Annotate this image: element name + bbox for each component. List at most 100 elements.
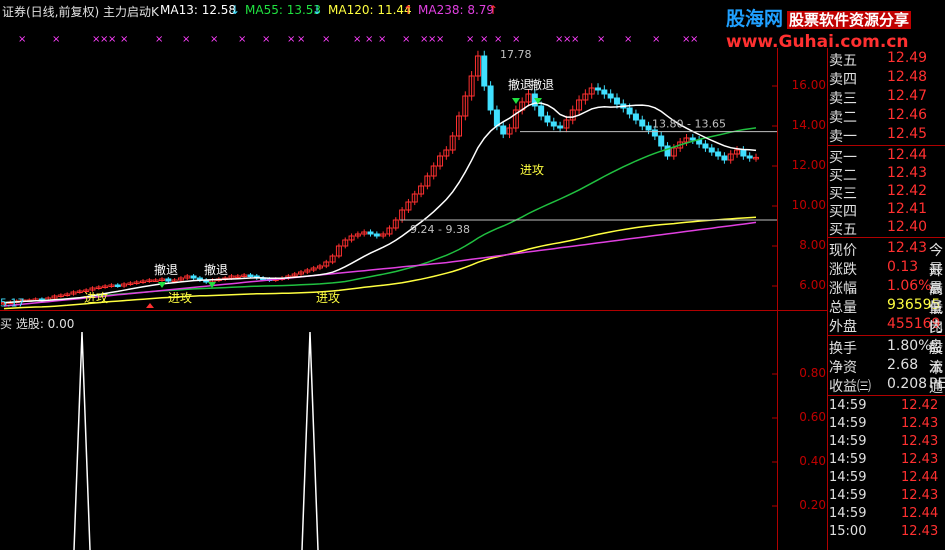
- bid-row-value: 12.43: [887, 165, 928, 181]
- signal-marker: ×: [18, 34, 27, 45]
- signal-exit-label: 撤退: [530, 77, 554, 92]
- ask-row-value: 12.46: [887, 107, 928, 123]
- bottom-marker-icon: [146, 303, 154, 308]
- indicator-tick-label: 0.80: [799, 366, 826, 380]
- candle-down: [740, 149, 747, 157]
- bid-row: 买五 12.40: [829, 219, 945, 238]
- tick-row: 14:59 12.43: [829, 488, 945, 506]
- candle-down: [746, 155, 753, 159]
- stat-row-name: 外盘: [829, 319, 857, 335]
- price-tick-label: 6.00: [799, 278, 826, 292]
- ask-row: 卖一 12.45: [829, 126, 945, 145]
- stat-row-name: 涨跌: [829, 262, 857, 278]
- stat-row: 涨跌 0.13 最高: [829, 259, 945, 298]
- ask-row: 卖三 12.47: [829, 88, 945, 107]
- stat-row: 现价 12.43 今开: [829, 240, 945, 279]
- bid-row-value: 12.40: [887, 219, 928, 235]
- signal-enter-label: 进攻: [168, 291, 192, 305]
- candle-down: [689, 137, 696, 141]
- signal-exit-label: 撤退: [204, 262, 228, 277]
- bid-row-value: 12.44: [887, 147, 928, 163]
- signal-marker: ×: [690, 34, 699, 45]
- price-tick-label: 14.00: [791, 118, 826, 132]
- bid-row: 买二 12.43: [829, 165, 945, 184]
- exit-arrow-icon: [512, 98, 520, 104]
- tick-price: 12.43: [901, 434, 939, 449]
- stat-row-value: 12.43: [887, 240, 928, 256]
- fin-row-name: 收益㈢: [829, 379, 871, 395]
- range-label-upper: 13.80 - 13.65: [652, 118, 726, 131]
- candle-down: [493, 109, 500, 127]
- bid-row-value: 12.41: [887, 201, 928, 217]
- tick-row: 15:00 12.43: [829, 524, 945, 542]
- chart-title: 证券(日线,前复权) 主力启动K: [2, 5, 159, 19]
- ask-row-value: 12.49: [887, 50, 928, 66]
- candle-down: [721, 155, 728, 161]
- price-axis: 16.00 14.00 12.00 10.00 8.00 6.00: [778, 48, 826, 310]
- indicator-tick-label: 0.40: [799, 454, 826, 468]
- fin-row-value: 2.68: [887, 357, 919, 373]
- signal-marker: ×: [210, 34, 219, 45]
- candle-down: [373, 233, 380, 237]
- signal-marker: ×: [436, 34, 445, 45]
- candle-down: [247, 274, 254, 277]
- tick-time: 14:59: [829, 470, 867, 485]
- ma120-arrow-icon: ↑: [403, 3, 414, 17]
- ma55-label: MA55: 13.53: [245, 3, 322, 17]
- ask-row-value: 12.48: [887, 69, 928, 85]
- signal-marker: ×: [262, 34, 271, 45]
- ma13-label: MA13: 12.58: [160, 3, 237, 17]
- candle-down: [645, 125, 652, 131]
- signal-marker: ×: [52, 34, 61, 45]
- ask-row-name: 卖五: [829, 53, 857, 69]
- ma55-line: [3, 127, 757, 304]
- ma13-arrow-icon: ↓: [230, 3, 241, 17]
- candle-down: [632, 113, 639, 121]
- tick-row: 14:59 12.43: [829, 452, 945, 470]
- signal-marker: ×: [297, 34, 306, 45]
- signal-enter-label: 进攻: [84, 291, 108, 305]
- candle-down: [613, 97, 620, 105]
- quote-separator: [827, 145, 945, 146]
- signal-marker: ×: [480, 34, 489, 45]
- tick-time: 15:00: [829, 524, 867, 539]
- panel-divider: [0, 310, 827, 311]
- indicator-axis: 0.80 0.60 0.40 0.20: [778, 330, 826, 550]
- candle-down: [702, 143, 709, 149]
- price-tick-label: 16.00: [791, 78, 826, 92]
- tick-time: 14:59: [829, 416, 867, 431]
- candle-down: [708, 147, 715, 153]
- bid-row-name: 买四: [829, 204, 857, 220]
- sub-indicator-chart[interactable]: [0, 330, 778, 550]
- ma238-line: [3, 221, 757, 307]
- ask-row-value: 12.45: [887, 126, 928, 142]
- price-tick-label: 12.00: [791, 158, 826, 172]
- tick-price: 12.43: [901, 416, 939, 431]
- signal-marker: ×: [402, 34, 411, 45]
- signal-marker: ×: [287, 34, 296, 45]
- fin-row-value: 1.80%: [887, 338, 932, 354]
- ask-row-name: 卖三: [829, 91, 857, 107]
- price-tick-label: 10.00: [791, 198, 826, 212]
- signal-marker: ×: [365, 34, 374, 45]
- ma55-arrow-icon: ↓: [312, 3, 323, 17]
- range-label-lower: 9.24 - 9.38: [410, 223, 470, 236]
- bid-row-name: 买二: [829, 168, 857, 184]
- signal-marker-row: × × × × × × × × × × × × × × × × × × × × × × × × × × × × × × × × ×: [0, 34, 720, 48]
- stat-row-value: 1.06%: [887, 278, 932, 294]
- ask-row-name: 卖四: [829, 72, 857, 88]
- signal-marker: ×: [597, 34, 606, 45]
- ask-row: 卖二 12.46: [829, 107, 945, 126]
- candle-down: [658, 135, 665, 147]
- bid-row: 买四 12.41: [829, 201, 945, 220]
- tick-price: 12.43: [901, 524, 939, 539]
- bid-row-name: 买三: [829, 186, 857, 202]
- ma120-label: MA120: 11.44: [328, 3, 412, 17]
- signal-enter-label: 进攻: [316, 291, 340, 305]
- signal-marker: ×: [182, 34, 191, 45]
- ma238-arrow-icon: ↑: [488, 3, 499, 17]
- candle-down: [367, 231, 374, 235]
- quote-separator: [827, 395, 945, 396]
- main-price-chart[interactable]: 13.80 - 13.659.24 - 9.3817.785.17 进攻 进攻 进攻进…: [0, 48, 778, 310]
- signal-exit-label: 撤退: [154, 262, 178, 277]
